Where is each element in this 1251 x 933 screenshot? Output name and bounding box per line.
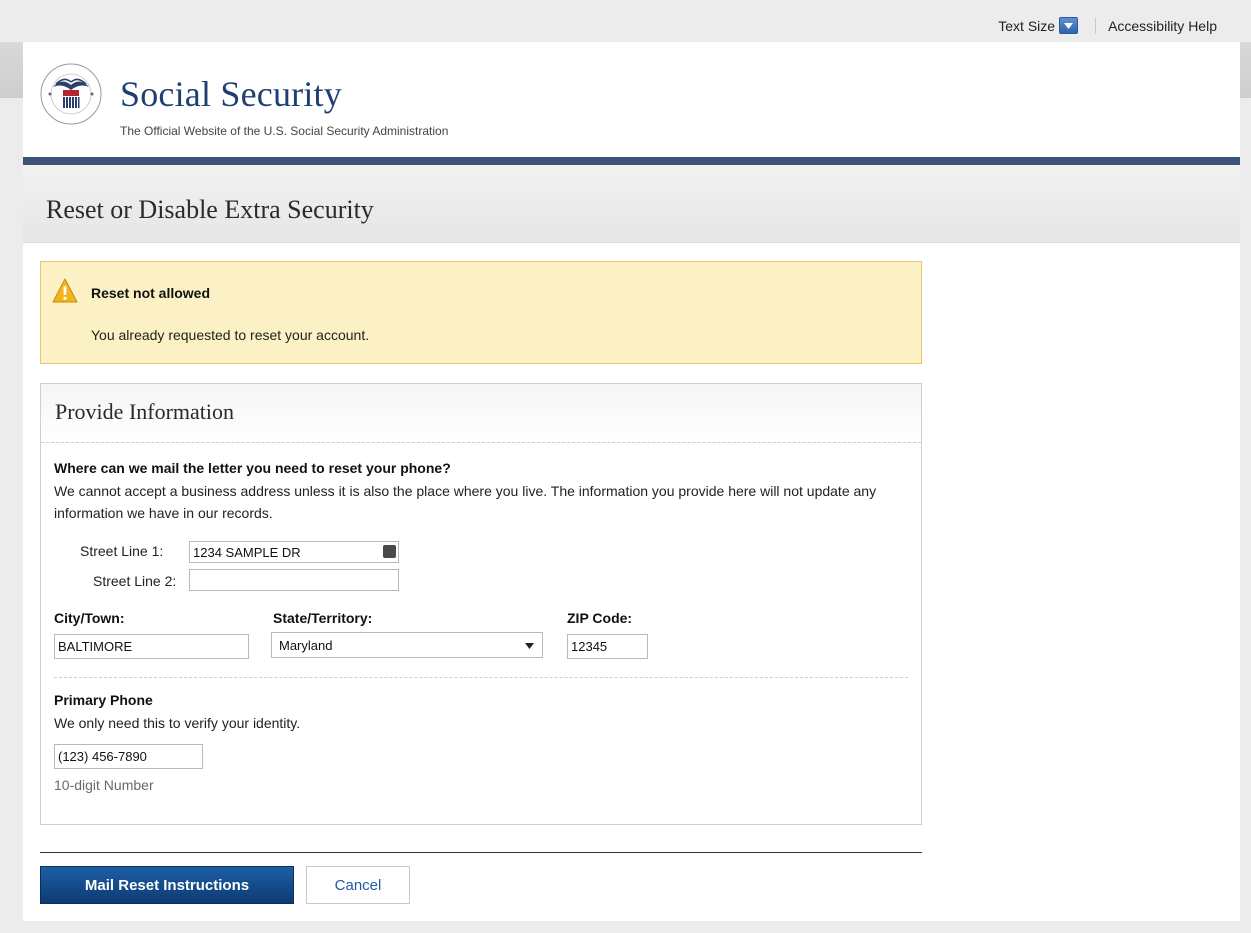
city-label: City/Town: [54,610,125,626]
utility-bar: Text Size Accessibility Help [0,0,1251,42]
section-divider [54,677,908,678]
street-line-2-input[interactable] [189,569,399,591]
actions-divider [40,852,922,853]
street-line-1-label: Street Line 1: [80,543,164,559]
phone-format-hint: 10-digit Number [54,777,154,793]
street-line-2-label: Street Line 2: [93,573,177,589]
provide-information-panel: Provide Information Where can we mail th… [40,383,922,825]
page-container: Social Security The Official Website of … [23,42,1240,921]
primary-phone-description: We only need this to verify your identit… [54,715,301,731]
chevron-down-icon[interactable] [1059,17,1079,34]
state-label: State/Territory: [273,610,373,626]
city-input[interactable] [54,634,249,659]
page-title: Reset or Disable Extra Security [46,195,374,224]
mailing-question: Where can we mail the letter you need to… [54,460,451,476]
mailing-description: We cannot accept a business address unle… [54,483,877,521]
cancel-button[interactable]: Cancel [306,866,410,904]
ssa-seal-logo [40,63,102,125]
chevron-down-icon [525,643,534,649]
header-divider-bar [23,157,1240,165]
state-select[interactable]: Maryland [271,632,543,658]
state-select-value: Maryland [279,638,333,653]
utility-divider [1095,17,1097,34]
site-brand[interactable]: Social Security The Official Website of … [40,63,448,138]
panel-header: Provide Information [41,384,921,443]
mail-reset-instructions-button[interactable]: Mail Reset Instructions [40,866,294,904]
site-subtitle: The Official Website of the U.S. Social … [120,124,449,138]
page-title-band: Reset or Disable Extra Security [23,165,1240,243]
accessibility-help-link[interactable]: Accessibility Help [1108,18,1217,34]
brand-text: Social Security The Official Website of … [120,63,448,138]
alert-title: Reset not allowed [91,285,211,301]
zip-input[interactable] [567,634,648,659]
warning-icon [52,278,78,303]
street-line-1-input[interactable] [189,541,399,563]
text-size-control[interactable]: Text Size [998,17,1079,34]
site-title: Social Security [120,74,342,114]
warning-alert: Reset not allowed You already requested … [40,261,922,364]
zip-label: ZIP Code: [567,610,633,626]
alert-message: You already requested to reset your acco… [91,327,370,343]
primary-phone-input[interactable] [54,744,203,769]
autofill-icon[interactable] [383,545,396,558]
panel-title: Provide Information [55,399,235,424]
primary-phone-label: Primary Phone [54,692,153,708]
utility-links: Text Size Accessibility Help [998,17,1217,34]
text-size-label: Text Size [998,17,1056,34]
